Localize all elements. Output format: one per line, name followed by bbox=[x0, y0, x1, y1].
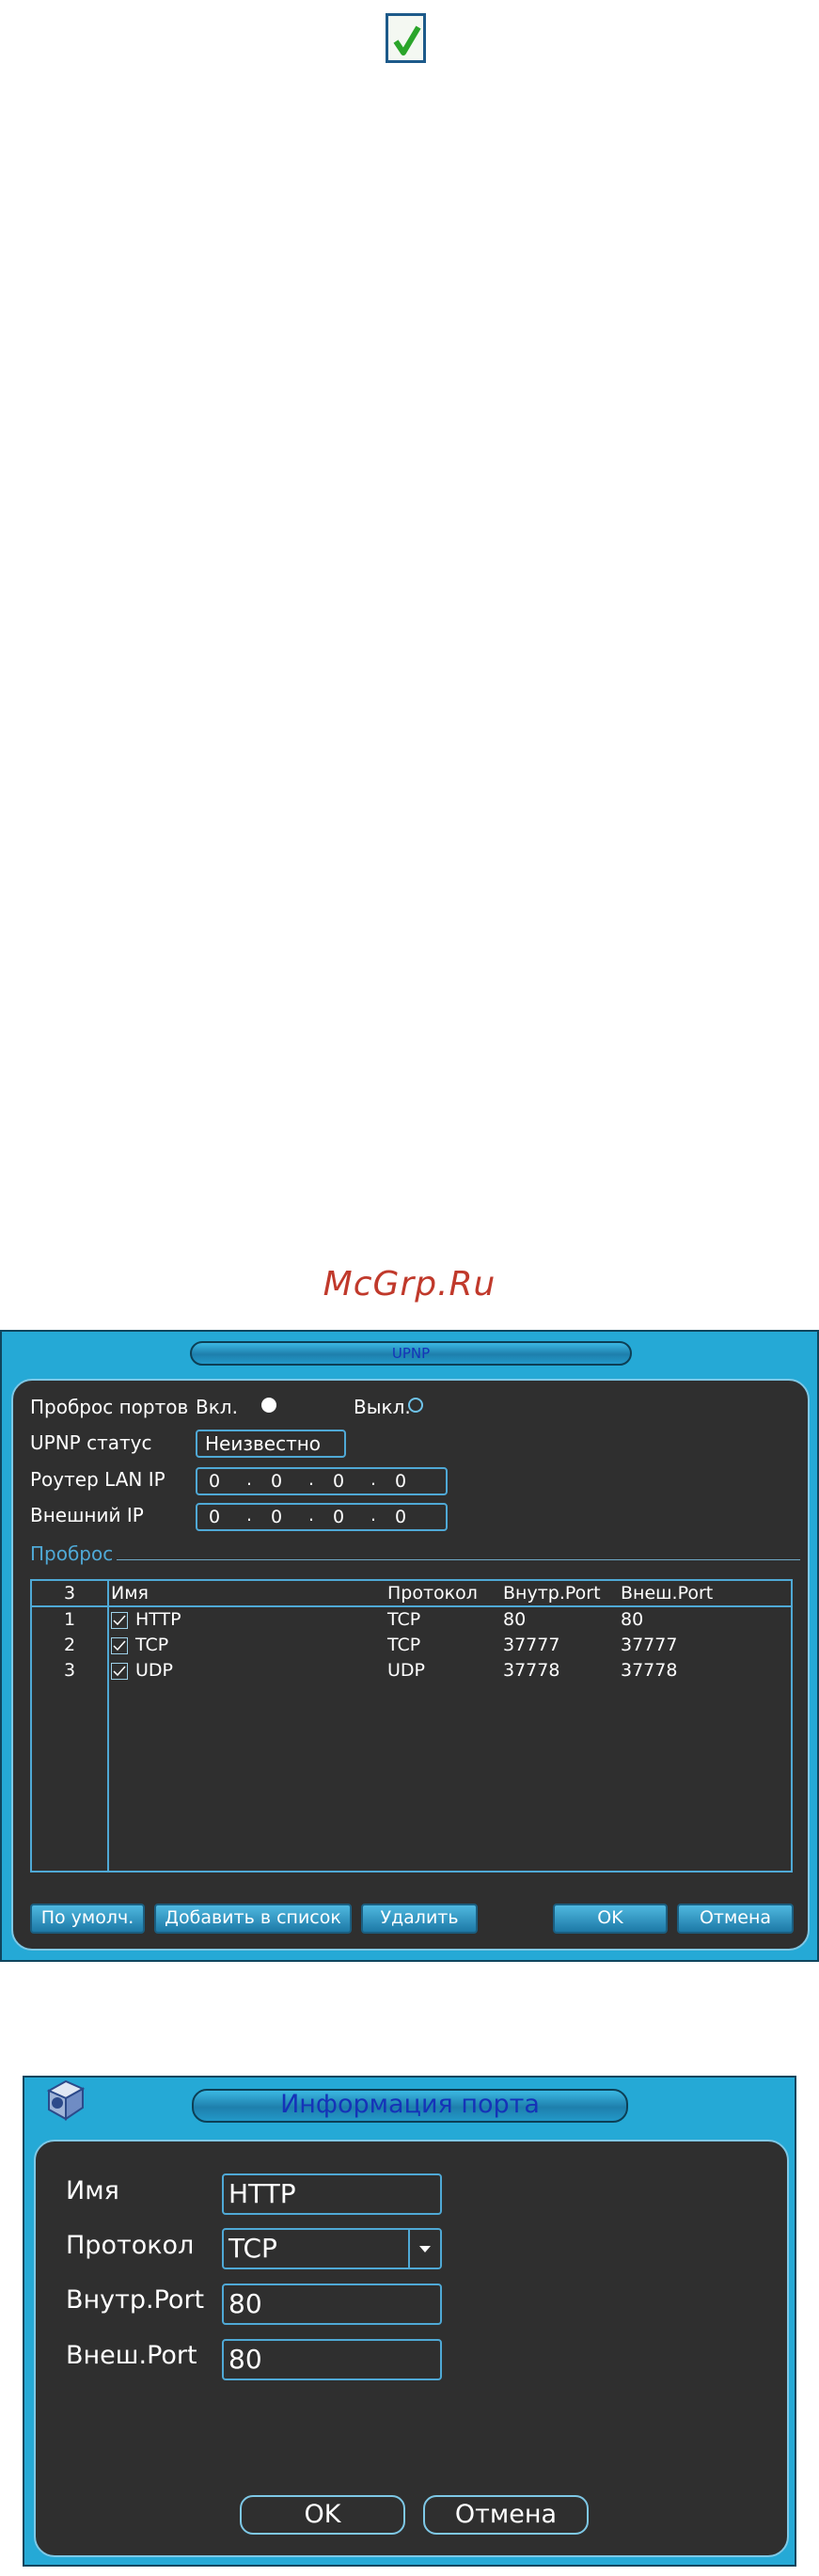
ext-ip-octet: 0 bbox=[271, 1507, 283, 1527]
ip-dot: . bbox=[370, 1505, 377, 1525]
off-label: Выкл. bbox=[354, 1396, 411, 1418]
row-num: 3 bbox=[64, 1660, 76, 1681]
row-ext-port: 37777 bbox=[621, 1635, 678, 1655]
row-checkbox[interactable] bbox=[111, 1663, 128, 1680]
col-ext-port[interactable]: Внеш.Port bbox=[621, 1583, 713, 1604]
router-ip-octet: 0 bbox=[209, 1471, 221, 1492]
port-info-cancel-button[interactable]: Отмена bbox=[423, 2495, 589, 2535]
cancel-button[interactable]: Отмена bbox=[677, 1904, 794, 1934]
ext-ip-octet: 0 bbox=[209, 1507, 221, 1527]
row-int-port: 37778 bbox=[503, 1660, 560, 1681]
table-divider bbox=[107, 1581, 109, 1871]
upnp-status-label: UPNP статус bbox=[30, 1431, 152, 1454]
ext-ip-octet: 0 bbox=[333, 1507, 345, 1527]
protocol-select[interactable]: TCP bbox=[222, 2228, 442, 2269]
row-protocol: TCP bbox=[387, 1609, 421, 1630]
row-ext-port: 37778 bbox=[621, 1660, 678, 1681]
row-int-port: 80 bbox=[503, 1609, 527, 1630]
router-ip-label: Роутер LAN IP bbox=[30, 1468, 165, 1491]
col-protocol[interactable]: Протокол bbox=[387, 1583, 478, 1604]
int-port-label: Внутр.Port bbox=[66, 2285, 205, 2315]
port-name-label: Имя bbox=[66, 2176, 119, 2205]
row-protocol: TCP bbox=[387, 1635, 421, 1655]
row-protocol: UDP bbox=[387, 1660, 425, 1681]
router-ip-field[interactable]: 0 . 0 . 0 . 0 bbox=[196, 1467, 448, 1495]
off-radio[interactable] bbox=[408, 1398, 423, 1413]
ext-ip-octet: 0 bbox=[395, 1507, 407, 1527]
row-num: 1 bbox=[64, 1609, 76, 1630]
check-icon bbox=[386, 13, 426, 63]
port-info-title: Информация порта bbox=[192, 2089, 628, 2123]
section-divider bbox=[117, 1559, 800, 1560]
router-ip-octet: 0 bbox=[395, 1471, 407, 1492]
default-button[interactable]: По умолч. bbox=[30, 1904, 145, 1934]
col-int-port[interactable]: Внутр.Port bbox=[503, 1583, 601, 1604]
ext-ip-label: Внешний IP bbox=[30, 1504, 144, 1526]
port-name-field[interactable]: HTTP bbox=[222, 2173, 442, 2215]
protocol-value: TCP bbox=[228, 2233, 277, 2264]
add-to-list-button[interactable]: Добавить в список bbox=[154, 1904, 352, 1934]
router-ip-octet: 0 bbox=[271, 1471, 283, 1492]
ip-dot: . bbox=[308, 1469, 315, 1490]
network-icon bbox=[41, 2078, 92, 2125]
row-checkbox[interactable] bbox=[111, 1612, 128, 1629]
row-checkbox[interactable] bbox=[111, 1637, 128, 1654]
ext-port-label: Внеш.Port bbox=[66, 2341, 197, 2370]
ok-button[interactable]: OK bbox=[553, 1904, 668, 1934]
ip-dot: . bbox=[308, 1505, 315, 1525]
watermark: McGrp.Ru bbox=[323, 1265, 496, 1304]
int-port-field[interactable]: 80 bbox=[222, 2284, 442, 2325]
row-ext-port: 80 bbox=[621, 1609, 644, 1630]
router-ip-octet: 0 bbox=[333, 1471, 345, 1492]
row-name[interactable]: TCP bbox=[135, 1635, 168, 1655]
col-count: 3 bbox=[64, 1583, 76, 1604]
col-name[interactable]: Имя bbox=[111, 1583, 149, 1604]
on-label: Вкл. bbox=[196, 1396, 238, 1418]
upnp-status-field: Неизвестно bbox=[196, 1430, 346, 1458]
ip-dot: . bbox=[246, 1469, 253, 1490]
row-name[interactable]: UDP bbox=[135, 1660, 173, 1681]
row-int-port: 37777 bbox=[503, 1635, 560, 1655]
row-name[interactable]: HTTP bbox=[135, 1609, 181, 1630]
ip-dot: . bbox=[246, 1505, 253, 1525]
on-radio[interactable] bbox=[261, 1398, 276, 1413]
protocol-label: Протокол bbox=[66, 2231, 195, 2260]
delete-button[interactable]: Удалить bbox=[361, 1904, 478, 1934]
ip-dot: . bbox=[370, 1469, 377, 1490]
ext-ip-field[interactable]: 0 . 0 . 0 . 0 bbox=[196, 1503, 448, 1531]
upnp-title: UPNP bbox=[190, 1341, 632, 1366]
row-num: 2 bbox=[64, 1635, 76, 1655]
forward-section-label: Проброс bbox=[30, 1542, 114, 1565]
chevron-down-icon[interactable] bbox=[408, 2230, 440, 2268]
port-info-ok-button[interactable]: OK bbox=[240, 2495, 405, 2535]
port-forward-label: Проброс портов bbox=[30, 1396, 189, 1418]
port-table: 3 Имя Протокол Внутр.Port Внеш.Port 1 HT… bbox=[30, 1579, 793, 1873]
ext-port-field[interactable]: 80 bbox=[222, 2339, 442, 2380]
